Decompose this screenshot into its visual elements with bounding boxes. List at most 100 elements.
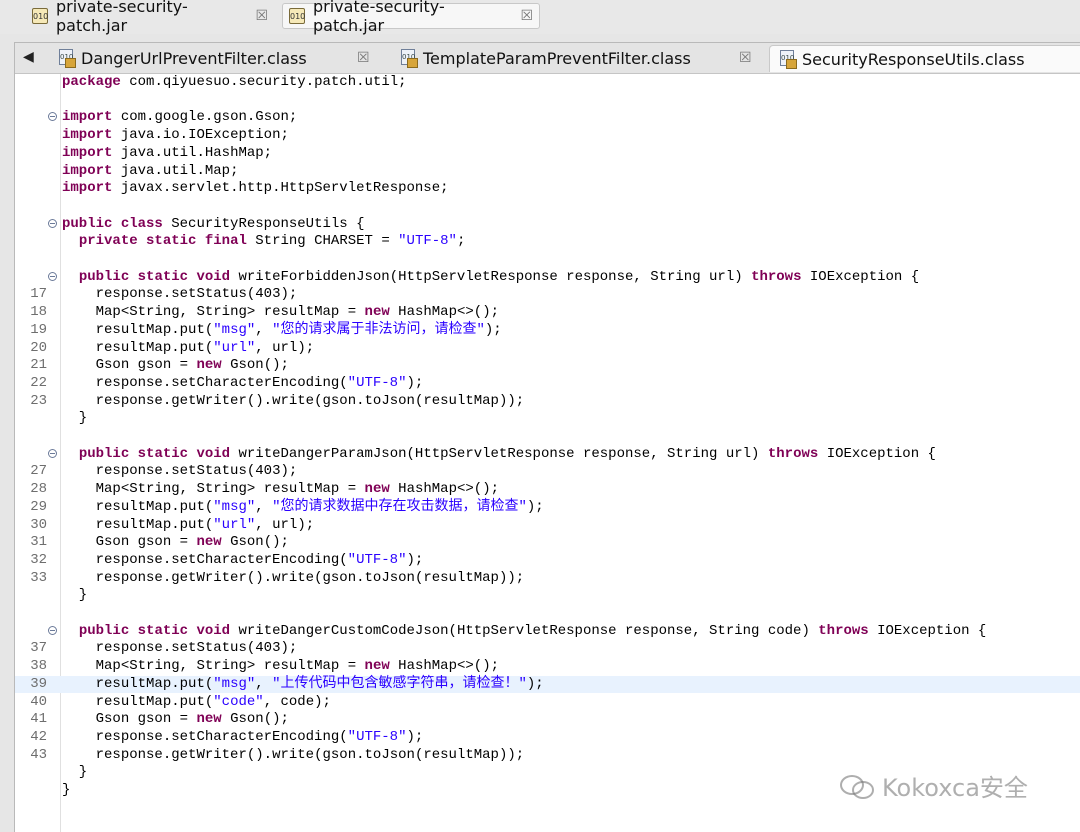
code-line[interactable]: 19 resultMap.put("msg", "您的请求属于非法访问，请检查"… <box>15 322 1080 340</box>
code-line[interactable]: 22 response.setCharacterEncoding("UTF-8"… <box>15 375 1080 393</box>
code-token: . <box>196 144 205 161</box>
code-line[interactable]: private static final String CHARSET = "U… <box>15 233 1080 251</box>
scroll-tabs-left-icon[interactable]: ◀ <box>23 48 34 65</box>
code-line-current[interactable]: 39 resultMap.put("msg", "上传代码中包含敏感字符串，请检… <box>15 675 1080 694</box>
code-text: resultMap.put("msg", "您的请求数据中存在攻击数据，请检查"… <box>62 499 544 517</box>
close-icon[interactable]: ☒ <box>739 45 752 71</box>
code-line[interactable]: import com.google.gson.Gson; <box>15 109 1080 127</box>
code-line[interactable]: } <box>15 410 1080 428</box>
code-line[interactable]: 37 response.setStatus(403); <box>15 640 1080 658</box>
code-line[interactable]: 30 resultMap.put("url", url); <box>15 517 1080 535</box>
string-literal: "url" <box>213 516 256 533</box>
code-line[interactable] <box>15 198 1080 216</box>
code-token: } <box>62 782 71 798</box>
code-line[interactable]: import javax.servlet.http.HttpServletRes… <box>15 180 1080 198</box>
code-line[interactable]: 29 resultMap.put("msg", "您的请求数据中存在攻击数据，请… <box>15 499 1080 517</box>
code-line[interactable]: 27 response.setStatus(403); <box>15 463 1080 481</box>
code-line[interactable] <box>15 251 1080 269</box>
code-token: { <box>919 445 936 462</box>
code-line[interactable]: public class SecurityResponseUtils { <box>15 216 1080 234</box>
fold-toggle-icon[interactable] <box>48 218 57 228</box>
code-line[interactable]: 18 Map<String, String> resultMap = new H… <box>15 304 1080 322</box>
code-line[interactable]: 41 Gson gson = new Gson(); <box>15 711 1080 729</box>
code-token: resultMap <box>95 321 172 338</box>
code-token: String <box>196 658 247 675</box>
code-token: url <box>725 445 752 462</box>
code-token: HttpServletResponse <box>414 445 575 462</box>
code-token: writeDangerCustomCodeJson <box>238 622 449 639</box>
tab-security-response-utils[interactable]: 010 SecurityResponseUtils.class <box>769 45 1080 72</box>
jar-tab-2[interactable]: 010 private-security-patch.jar ☒ <box>282 0 540 35</box>
tab-template-param-prevent-filter[interactable]: 010 TemplateParamPreventFilter.class <box>401 45 691 71</box>
code-line[interactable]: 28 Map<String, String> resultMap = new H… <box>15 481 1080 499</box>
code-token: resultMap <box>263 658 340 675</box>
code-line[interactable]: 17 response.setStatus(403); <box>15 286 1080 304</box>
code-line[interactable]: 32 response.setCharacterEncoding("UTF-8"… <box>15 552 1080 570</box>
code-line[interactable]: 33 response.getWriter().write(gson.toJso… <box>15 570 1080 588</box>
code-line[interactable]: import java.util.Map; <box>15 163 1080 181</box>
code-line[interactable] <box>15 605 1080 623</box>
code-line[interactable]: package com.qiyuesuo.security.patch.util… <box>15 74 1080 92</box>
code-token: String <box>129 304 180 321</box>
code-line[interactable]: public static void writeDangerParamJson(… <box>15 446 1080 464</box>
close-icon[interactable]: ☒ <box>357 45 370 71</box>
code-line[interactable] <box>15 428 1080 446</box>
fold-toggle-icon[interactable] <box>48 625 57 635</box>
line-number: 32 <box>30 551 47 568</box>
code-line[interactable]: 23 response.getWriter().write(gson.toJso… <box>15 393 1080 411</box>
jar-tab-1[interactable]: 010 private-security-patch.jar ☒ <box>26 0 274 35</box>
fold-toggle-icon[interactable] <box>48 271 57 281</box>
code-line[interactable]: 40 resultMap.put("code", code); <box>15 694 1080 712</box>
code-line[interactable]: } <box>15 587 1080 605</box>
close-icon[interactable]: ☒ <box>255 8 268 24</box>
code-token: SecurityResponseUtils <box>171 215 348 232</box>
code-text: public static void writeDangerCustomCode… <box>62 622 987 641</box>
code-line[interactable]: 21 Gson gson = new Gson(); <box>15 357 1080 375</box>
code-token: . <box>154 127 163 144</box>
code-token: < <box>120 658 130 675</box>
code-line[interactable]: 31 Gson gson = new Gson(); <box>15 534 1080 552</box>
code-line[interactable]: public static void writeForbiddenJson(Ht… <box>15 269 1080 287</box>
fold-toggle-icon[interactable] <box>48 112 57 122</box>
code-area[interactable]: package com.qiyuesuo.security.patch.util… <box>15 74 1080 832</box>
code-line[interactable]: 20 resultMap.put("url", url); <box>15 340 1080 358</box>
code-text: import java.util.HashMap; <box>62 145 272 163</box>
fold-toggle-icon[interactable] <box>48 448 57 458</box>
code-text: Gson gson = new Gson(); <box>62 711 289 729</box>
code-token: ); <box>314 693 331 710</box>
code-line[interactable]: import java.io.IOException; <box>15 127 1080 145</box>
code-line[interactable]: 38 Map<String, String> resultMap = new H… <box>15 658 1080 676</box>
code-token: response <box>624 622 693 639</box>
code-token: writeForbiddenJson <box>238 268 390 285</box>
code-line[interactable] <box>15 92 1080 110</box>
code-line[interactable]: import java.util.HashMap; <box>15 145 1080 163</box>
code-token: ( <box>389 268 399 285</box>
code-text: Gson gson = new Gson(); <box>62 534 289 552</box>
keyword: import <box>62 109 113 126</box>
code-line[interactable]: public static void writeDangerCustomCode… <box>15 623 1080 641</box>
keyword: private <box>78 233 138 250</box>
code-token: )); <box>498 746 525 763</box>
code-token: <>(); <box>456 304 499 321</box>
code-token: Map <box>95 481 121 498</box>
line-number: 38 <box>30 658 47 675</box>
code-line[interactable]: 43 response.getWriter().write(gson.toJso… <box>15 747 1080 765</box>
code-token: HttpServletResponse <box>280 180 441 197</box>
code-token: . <box>356 74 365 90</box>
tab-danger-url-prevent-filter[interactable]: 010 DangerUrlPreventFilter.class <box>59 45 307 71</box>
close-icon[interactable]: ☒ <box>520 8 533 24</box>
code-line[interactable]: 42 response.setCharacterEncoding("UTF-8"… <box>15 729 1080 747</box>
code-token: response <box>95 286 163 303</box>
code-token: security <box>238 74 306 90</box>
code-token: getWriter <box>171 392 247 409</box>
code-token: . <box>154 144 163 161</box>
jar-tab-2-label: private-security-patch.jar <box>313 0 445 35</box>
code-token: url <box>272 339 298 356</box>
code-text: response.setStatus(403); <box>62 286 298 304</box>
code-token: response <box>95 463 163 480</box>
